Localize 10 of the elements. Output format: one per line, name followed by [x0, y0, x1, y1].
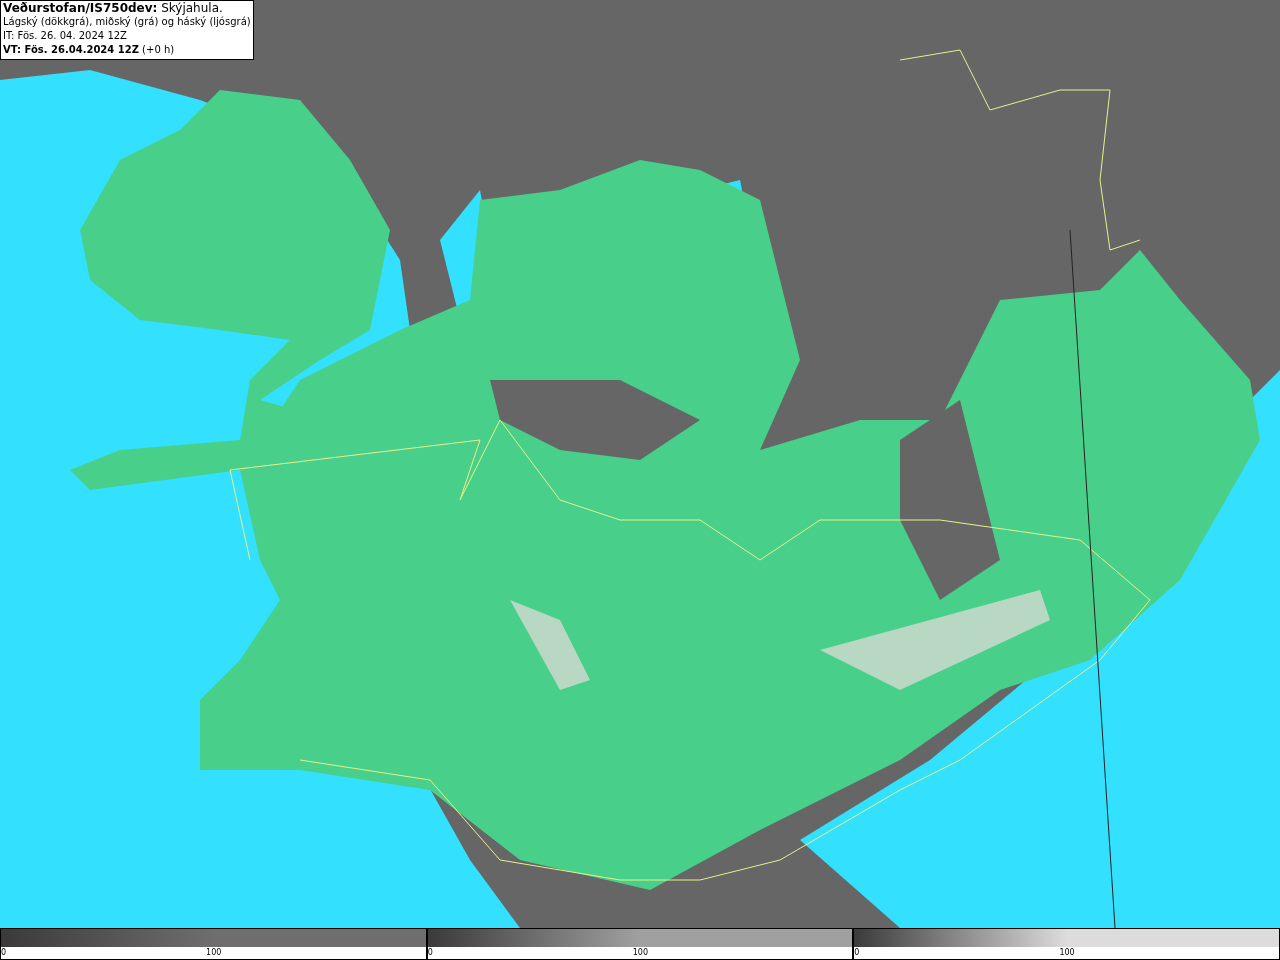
- info-text: VT: Fös. 26.04.2024 12Z (+0 h): [3, 43, 176, 57]
- scale-tick-label: 0: [1, 948, 7, 958]
- info-text: Veðurstofan/IS750dev: Skýjahula.: [3, 1, 224, 15]
- info-text: Lágský (dökkgrá), miðský (grá) og háský (ljósgrá): [3, 15, 251, 29]
- scale-tick-label: 0: [854, 948, 860, 958]
- scale-tick-label: 100: [206, 948, 222, 958]
- info-text: IT: Fös. 26. 04. 2024 12Z: [3, 29, 128, 43]
- scale-tick-label: 100: [1059, 948, 1075, 958]
- scale-tick-label: 0: [427, 948, 433, 958]
- scale-tick-label: 100: [632, 948, 649, 958]
